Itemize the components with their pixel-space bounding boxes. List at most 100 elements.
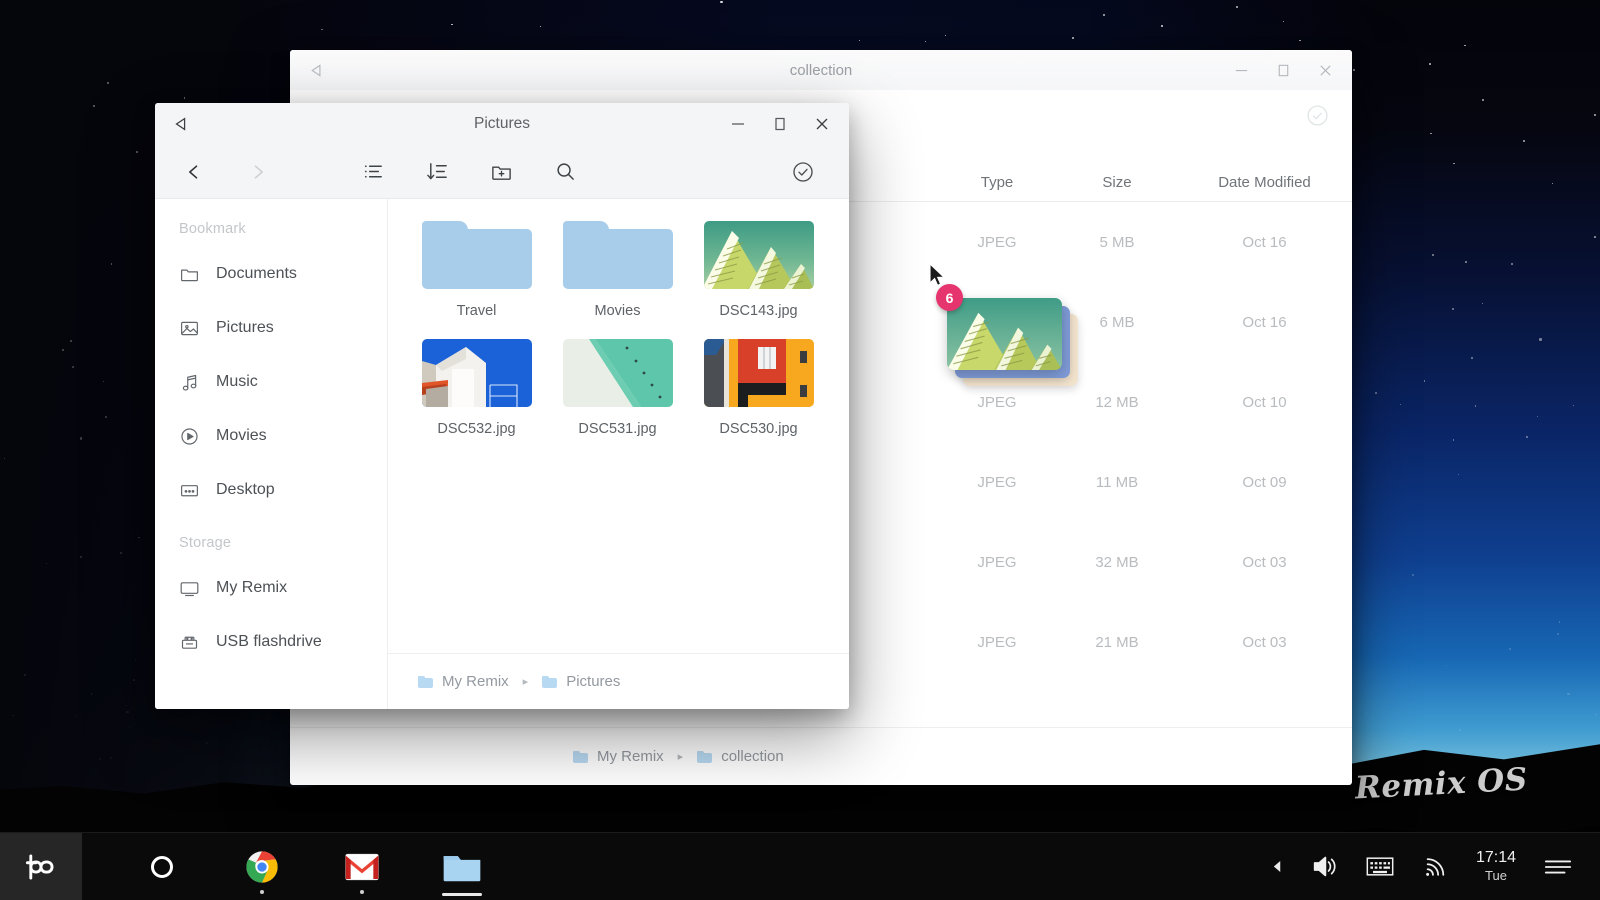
file-item[interactable]: DSC143.jpg: [688, 221, 829, 319]
list-view-button[interactable]: [349, 151, 397, 193]
desktop-icon: [179, 480, 205, 501]
breadcrumb-item-my-remix[interactable]: My Remix: [442, 673, 509, 690]
sidebar-item-pictures[interactable]: Pictures: [155, 301, 387, 355]
collection-maximize-button[interactable]: [1262, 50, 1304, 90]
folder-icon: [422, 221, 532, 289]
item-thumbnail: [563, 221, 673, 289]
file-item[interactable]: DSC530.jpg: [688, 339, 829, 437]
cell-size: 32 MB: [1057, 554, 1177, 571]
taskbar-app-gmail[interactable]: [326, 833, 398, 900]
item-label: Travel: [457, 303, 497, 319]
item-label: DSC532.jpg: [437, 421, 515, 437]
play-circle-icon: [179, 426, 205, 447]
column-header-size[interactable]: Size: [1057, 174, 1177, 191]
photo-thumbnail-teal-diagonal: [563, 339, 673, 407]
sidebar-item-movies[interactable]: Movies: [155, 409, 387, 463]
cell-type: JPEG: [937, 474, 1057, 491]
tray-wifi-icon[interactable]: [1408, 833, 1462, 900]
remix-launcher-button[interactable]: [0, 833, 82, 900]
tray-keyboard-icon[interactable]: [1352, 833, 1408, 900]
taskbar-active-indicator: [442, 893, 482, 896]
new-folder-button[interactable]: [477, 151, 525, 193]
clock-day: Tue: [1476, 868, 1516, 884]
collection-minimize-button[interactable]: [1220, 50, 1262, 90]
arrow-cursor-icon: [929, 263, 947, 294]
drag-card-front: [947, 298, 1062, 370]
sidebar-heading-bookmark: Bookmark: [155, 213, 387, 247]
item-label: DSC531.jpg: [578, 421, 656, 437]
tray-hamburger-menu-icon[interactable]: [1530, 833, 1600, 900]
sidebar-item-label: Movies: [216, 427, 267, 445]
sort-descending-button[interactable]: [413, 151, 461, 193]
breadcrumb-item-pictures[interactable]: Pictures: [566, 673, 620, 690]
breadcrumb-item-collection[interactable]: collection: [721, 748, 784, 765]
breadcrumb-separator-icon: ▸: [523, 675, 529, 688]
sidebar-item-label: USB flashdrive: [216, 633, 322, 651]
collection-select-check-circle-icon[interactable]: [1305, 103, 1330, 133]
folder-item[interactable]: Travel: [406, 221, 547, 319]
collection-window-controls: [1220, 50, 1352, 90]
sidebar-item-label: Documents: [216, 265, 297, 283]
column-header-date-modified[interactable]: Date Modified: [1177, 174, 1352, 191]
cell-size: 5 MB: [1057, 234, 1177, 251]
usb-drive-icon: [179, 632, 205, 653]
breadcrumb-item-my-remix[interactable]: My Remix: [597, 748, 664, 765]
pictures-titlebar: Pictures: [155, 103, 849, 145]
item-label: DSC530.jpg: [719, 421, 797, 437]
taskbar-app-search[interactable]: [126, 833, 198, 900]
cell-type: JPEG: [937, 634, 1057, 651]
file-item[interactable]: DSC531.jpg: [547, 339, 688, 437]
sidebar-item-desktop[interactable]: Desktop: [155, 463, 387, 517]
cell-date-modified: Oct 03: [1177, 634, 1352, 651]
collection-close-button[interactable]: [1304, 50, 1346, 90]
back-button[interactable]: [173, 151, 215, 193]
monitor-icon: [179, 578, 205, 599]
taskbar-clock[interactable]: 17:14 Tue: [1462, 848, 1530, 884]
folder-icon: [418, 676, 433, 688]
item-thumbnail: [422, 221, 532, 289]
tray-expand-chevron-left-icon[interactable]: [1258, 833, 1297, 900]
sidebar-item-documents[interactable]: Documents: [155, 247, 387, 301]
clock-time: 17:14: [1476, 848, 1516, 868]
pictures-window-controls: [717, 104, 849, 144]
pictures-sidebar: Bookmark Documents Pictures Music Movies Des…: [155, 199, 388, 709]
file-item[interactable]: DSC532.jpg: [406, 339, 547, 437]
photo-thumbnail-orange-red-facade: [704, 339, 814, 407]
sidebar-item-music[interactable]: Music: [155, 355, 387, 409]
cell-size: 21 MB: [1057, 634, 1177, 651]
taskbar-running-indicator: [260, 890, 264, 894]
pictures-file-grid: Travel Movies DSC143.jpg DSC532.jpg: [388, 199, 849, 653]
cell-date-modified: Oct 16: [1177, 314, 1352, 331]
taskbar-app-chrome[interactable]: [226, 833, 298, 900]
image-icon: [179, 318, 205, 339]
pictures-minimize-button[interactable]: [717, 104, 759, 144]
cell-size: 11 MB: [1057, 474, 1177, 491]
taskbar-app-files[interactable]: [426, 833, 498, 900]
item-label: Movies: [595, 303, 641, 319]
sidebar-item-my-remix[interactable]: My Remix: [155, 561, 387, 615]
folder-item[interactable]: Movies: [547, 221, 688, 319]
sidebar-item-label: Pictures: [216, 319, 274, 337]
folder-icon: [563, 221, 673, 289]
collection-back-triangle-icon[interactable]: [290, 62, 342, 79]
pictures-maximize-button[interactable]: [759, 104, 801, 144]
pictures-back-triangle-icon[interactable]: [155, 115, 207, 133]
cell-date-modified: Oct 03: [1177, 554, 1352, 571]
forward-button[interactable]: [237, 151, 279, 193]
sidebar-item-usb-flashdrive[interactable]: USB flashdrive: [155, 615, 387, 669]
search-button[interactable]: [541, 151, 589, 193]
select-button[interactable]: [779, 151, 827, 193]
pictures-content: Travel Movies DSC143.jpg DSC532.jpg: [388, 199, 849, 709]
pictures-close-button[interactable]: [801, 104, 843, 144]
pictures-window[interactable]: Pictures: [155, 103, 849, 709]
sidebar-bookmark-list: Documents Pictures Music Movies Desktop: [155, 247, 387, 517]
sidebar-item-label: Music: [216, 373, 258, 391]
tray-volume-icon[interactable]: [1297, 833, 1352, 900]
collection-footer: My Remix ▸ collection: [290, 727, 1352, 785]
collection-titlebar: collection: [290, 50, 1352, 90]
column-header-type[interactable]: Type: [937, 174, 1057, 191]
folder-outline-icon: [179, 264, 205, 285]
folder-icon: [697, 751, 712, 763]
folder-icon: [542, 676, 557, 688]
item-thumbnail: [704, 339, 814, 407]
